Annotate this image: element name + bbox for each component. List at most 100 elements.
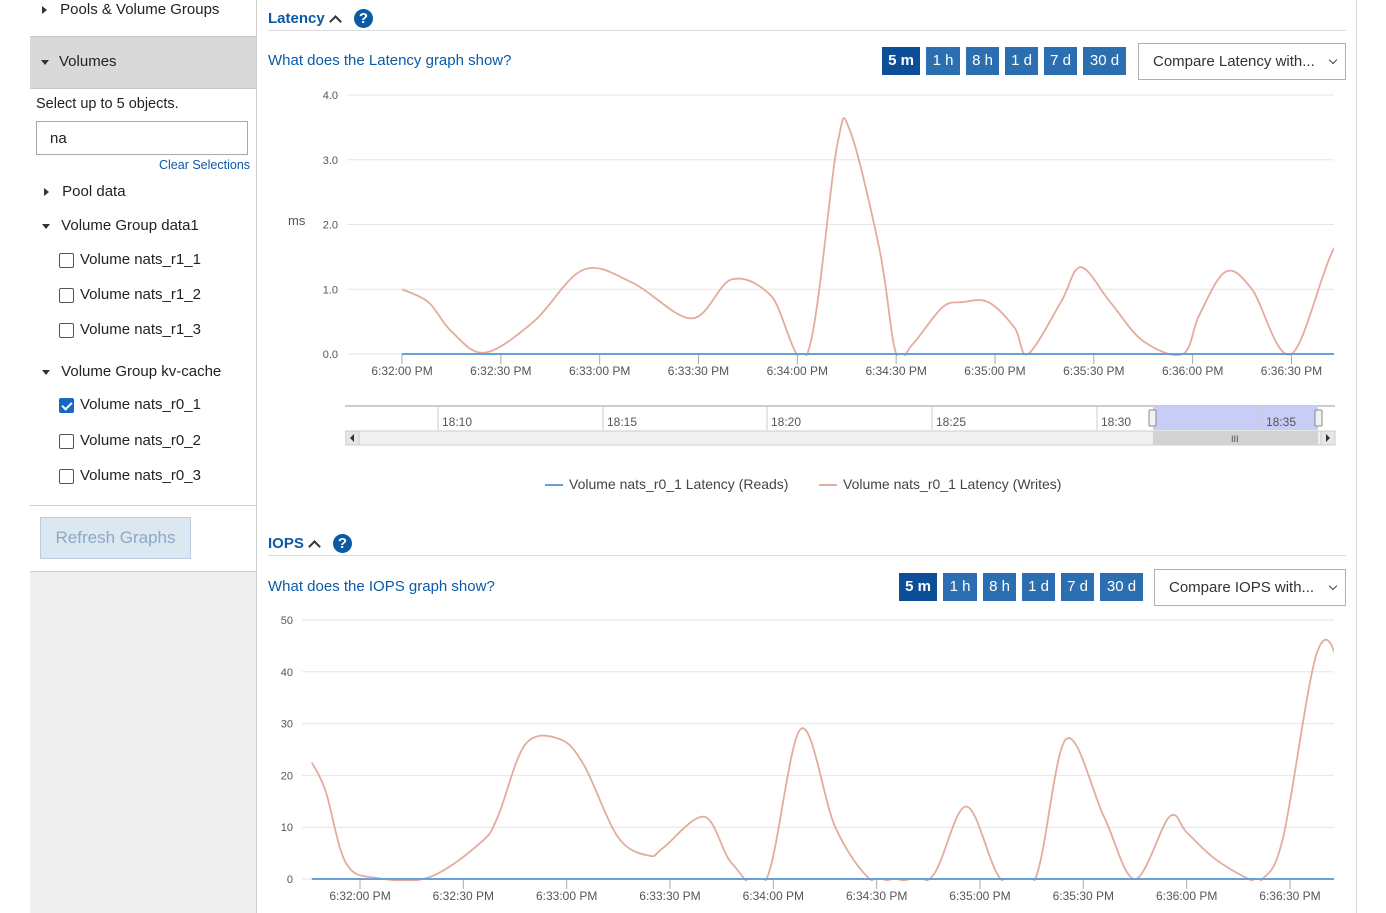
x-tick-label: 6:32:30 PM [470,364,531,378]
tree-item-label: Volume Group data1 [61,217,199,234]
latency-panel-title[interactable]: Latency [268,10,325,27]
volumes-section-label: Volumes [59,53,117,70]
x-tick-label: 6:36:30 PM [1261,364,1322,378]
tree-item-volume-group-kv-cache[interactable]: Volume Group kv-cache [42,363,221,380]
x-tick-label: 6:35:00 PM [949,889,1010,903]
range-30d-button[interactable]: 30 d [1100,573,1143,601]
legend-label: Volume nats_r0_1 Latency (Writes) [843,476,1062,492]
volume-checkbox-nats-r1-1[interactable] [59,253,74,268]
volume-checkbox-nats-r0-3[interactable] [59,469,74,484]
volume-label: Volume nats_r0_3 [80,467,201,484]
y-tick-label: 0.0 [323,349,338,361]
legend-item-reads[interactable]: Volume nats_r0_1 Latency (Reads) [545,476,788,492]
pools-section-label: Pools & Volume Groups [60,1,220,18]
compare-iops-label: Compare IOPS with... [1169,579,1315,596]
iops-chart: 0 10 20 30 40 50 6:32:00 PM 6:32:30 PM 6:33:00 P… [281,615,1334,903]
volume-checkbox-nats-r0-1[interactable] [59,398,74,413]
divider [268,555,1346,556]
y-tick-label: 30 [281,719,293,731]
divider [268,30,1346,31]
volume-checkbox-nats-r1-3[interactable] [59,323,74,338]
tree-item-label: Pool data [62,183,126,200]
navigator-right-handle[interactable] [1314,409,1323,427]
volume-label: Volume nats_r1_3 [80,321,201,338]
y-tick-label: 1.0 [323,284,338,296]
collapse-caret-icon[interactable] [329,15,342,28]
compare-latency-select[interactable]: Compare Latency with... [1138,43,1346,80]
help-icon[interactable]: ? [354,9,373,28]
writes-series-line [401,117,1334,356]
latency-range-buttons: 5 m 1 h 8 h 1 d 7 d 30 d [882,47,1126,75]
range-1d-button[interactable]: 1 d [1022,573,1055,601]
range-5m-button[interactable]: 5 m [882,47,920,75]
volume-label: Volume nats_r0_1 [80,396,201,413]
tree-item-label: Volume Group kv-cache [61,363,222,380]
range-8h-button[interactable]: 8 h [966,47,999,75]
expand-arrow-icon [42,6,47,15]
tree-item-volume-group-data1[interactable]: Volume Group data1 [42,217,199,234]
help-icon[interactable]: ? [333,534,352,553]
sidebar: Pools & Volume Groups Volumes Select up … [30,0,257,913]
range-1h-button[interactable]: 1 h [926,47,960,75]
range-7d-button[interactable]: 7 d [1061,573,1094,601]
y-tick-label: 20 [281,770,293,782]
chevron-down-icon [1328,55,1338,65]
collapse-arrow-icon [41,60,49,65]
navigator-label: 18:25 [936,415,966,429]
compare-iops-select[interactable]: Compare IOPS with... [1154,569,1346,606]
navigator-label: 18:20 [771,415,801,429]
range-30d-button[interactable]: 30 d [1083,47,1126,75]
volume-checkbox-nats-r0-2[interactable] [59,434,74,449]
x-tick-label: 6:36:00 PM [1156,889,1217,903]
left-gutter [0,0,31,913]
volume-search-input[interactable] [36,121,248,155]
refresh-graphs-button[interactable]: Refresh Graphs [40,517,191,559]
x-tick-label: 6:35:30 PM [1063,364,1124,378]
selection-instructions: Select up to 5 objects. [36,96,179,112]
x-tick-label: 6:32:30 PM [433,889,494,903]
collapse-arrow-icon [42,223,50,229]
volume-checkbox-nats-r1-2[interactable] [59,288,74,303]
y-tick-label: 0 [287,874,293,886]
compare-latency-label: Compare Latency with... [1153,53,1315,70]
x-tick-label: 6:33:30 PM [639,889,700,903]
latency-graph-help-link[interactable]: What does the Latency graph show? [268,52,512,69]
x-tick-label: 6:35:00 PM [964,364,1025,378]
x-tick-label: 6:33:00 PM [569,364,630,378]
x-tick-label: 6:33:00 PM [536,889,597,903]
range-5m-button[interactable]: 5 m [899,573,937,601]
navigator-label: 18:15 [607,415,637,429]
legend-item-writes[interactable]: Volume nats_r0_1 Latency (Writes) [819,476,1061,492]
range-8h-button[interactable]: 8 h [983,573,1016,601]
chevron-down-icon [1328,581,1338,591]
x-tick-label: 6:35:30 PM [1053,889,1114,903]
volumes-section-header[interactable]: Volumes [30,36,256,89]
x-tick-label: 6:36:30 PM [1259,889,1320,903]
latency-time-navigator[interactable]: 18:10 18:15 18:20 18:25 18:30 18:35 III [345,404,1337,450]
x-tick-label: 6:34:30 PM [846,889,907,903]
x-tick-label: 6:32:00 PM [371,364,432,378]
x-tick-label: 6:36:00 PM [1162,364,1223,378]
range-1h-button[interactable]: 1 h [943,573,977,601]
iops-graph-help-link[interactable]: What does the IOPS graph show? [268,578,495,595]
y-tick-label: 40 [281,667,293,679]
navigator-label: 18:35 [1266,415,1296,429]
range-1d-button[interactable]: 1 d [1005,47,1038,75]
legend-swatch-reads [545,484,563,487]
clear-selections-link[interactable]: Clear Selections [159,158,250,172]
range-7d-button[interactable]: 7 d [1044,47,1077,75]
volume-label: Volume nats_r1_1 [80,251,201,268]
navigator-label: 18:10 [442,415,472,429]
tree-item-pool-data[interactable]: Pool data [44,183,126,200]
divider [30,505,256,506]
navigator-left-handle[interactable] [1148,409,1157,427]
iops-panel-title[interactable]: IOPS [268,535,304,552]
pools-volume-groups-section[interactable]: Pools & Volume Groups [42,1,219,18]
sidebar-panel: Pools & Volume Groups Volumes Select up … [30,0,256,572]
volume-label: Volume nats_r1_2 [80,286,201,303]
x-tick-label: 6:34:00 PM [743,889,804,903]
collapse-caret-icon[interactable] [308,540,321,553]
scrollbar-grip-icon: III [1231,434,1239,444]
volume-label: Volume nats_r0_2 [80,432,201,449]
x-tick-label: 6:33:30 PM [668,364,729,378]
